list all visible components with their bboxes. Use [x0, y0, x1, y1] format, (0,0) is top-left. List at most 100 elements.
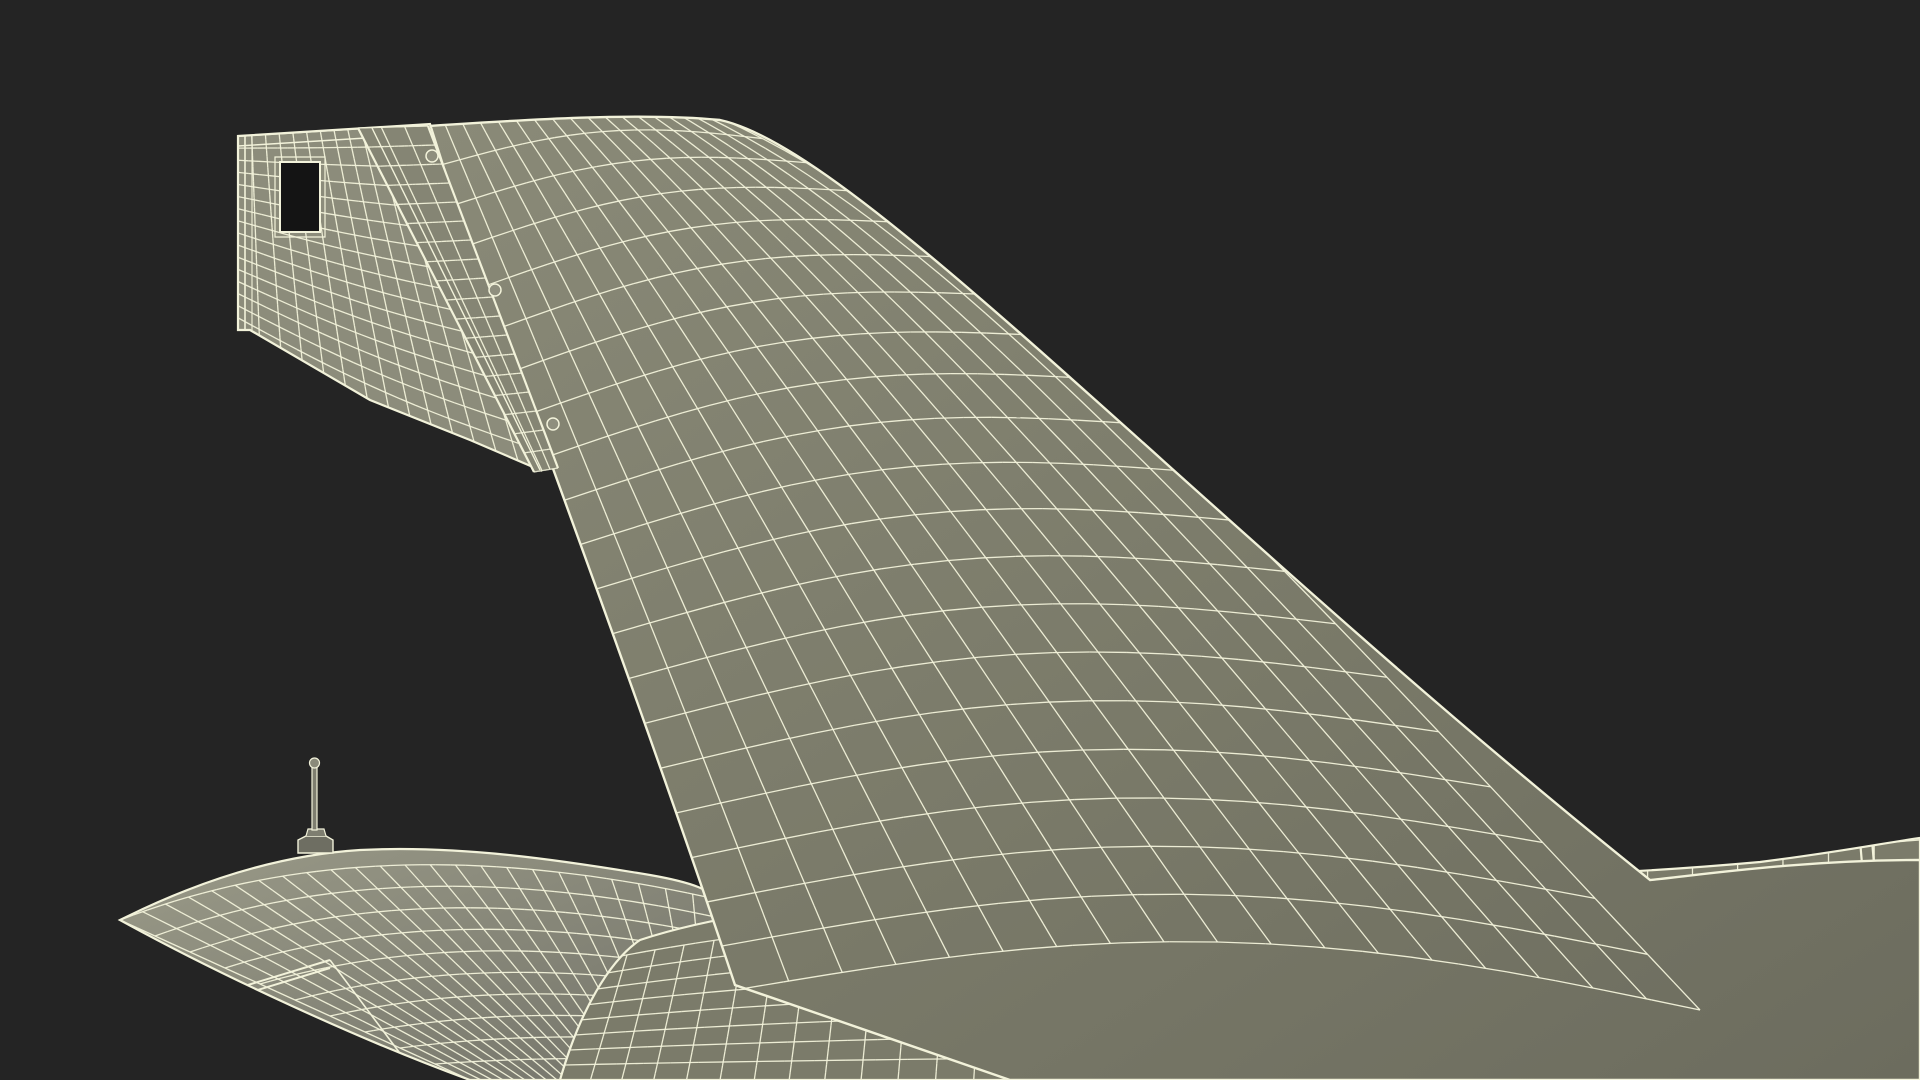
wire-line — [540, 950, 553, 953]
bolt-icon — [425, 149, 439, 163]
wire-line — [299, 337, 302, 344]
wire-line — [292, 267, 294, 274]
wire-line — [293, 284, 296, 291]
wire-line — [934, 1071, 937, 1080]
wire-line — [793, 187, 813, 190]
wire-line — [816, 1039, 848, 1042]
wire-line — [318, 340, 322, 348]
wire-line — [307, 255, 311, 262]
wire-line — [524, 908, 538, 911]
wire-line — [295, 302, 298, 309]
wire-line — [294, 290, 297, 297]
wire-line — [1042, 508, 1075, 510]
wire-line — [452, 1018, 462, 1021]
wire-line — [307, 248, 310, 256]
wire-line — [495, 886, 511, 889]
wire-line — [898, 1063, 901, 1072]
wire-line — [885, 331, 911, 334]
wire-line — [774, 186, 794, 189]
wire-line — [314, 310, 318, 317]
wire-line — [320, 353, 323, 360]
wire-line — [319, 347, 322, 354]
wire-line — [306, 242, 309, 250]
wire-line — [828, 1032, 831, 1041]
wire-line — [472, 1039, 481, 1042]
wire-line — [449, 973, 460, 976]
wire-line — [424, 1043, 433, 1046]
wire-line — [480, 865, 497, 868]
wire-line — [472, 994, 483, 997]
wire-line — [935, 1063, 938, 1072]
wire-line — [590, 1063, 617, 1066]
wire-line — [293, 278, 296, 285]
wire-line — [863, 1039, 866, 1048]
wire-line — [311, 279, 314, 286]
wire-line — [318, 334, 321, 342]
wire-line — [425, 952, 437, 955]
wire-line — [436, 951, 449, 954]
housing-opening — [279, 161, 321, 233]
wire-line — [510, 908, 525, 911]
wire-line — [575, 952, 588, 955]
wire-line — [934, 416, 964, 420]
wire-line — [463, 995, 473, 998]
wire-line — [480, 1038, 489, 1041]
wire-line — [825, 1064, 828, 1073]
wire-line — [552, 951, 564, 954]
wire-line — [311, 285, 314, 293]
wire-line — [438, 929, 451, 932]
wire-line — [390, 864, 406, 867]
wire-line — [333, 181, 345, 184]
wire-line — [315, 316, 318, 323]
wire-line — [293, 144, 296, 152]
wire-line — [238, 159, 249, 162]
wire-line — [478, 1016, 488, 1019]
wire-line — [296, 313, 299, 320]
wire-line — [308, 261, 311, 268]
wire-line — [1123, 748, 1165, 751]
wire-line — [563, 952, 576, 955]
wire-line — [456, 1040, 465, 1043]
wire-line — [289, 243, 292, 250]
wire-line — [391, 909, 405, 912]
wire-line — [310, 273, 313, 280]
wire-line — [279, 139, 281, 146]
wire-line — [312, 291, 315, 299]
wire-line — [550, 930, 564, 933]
wire-line — [416, 1044, 425, 1047]
wire-line — [448, 951, 460, 953]
wire-line — [404, 908, 418, 911]
wire-line — [300, 348, 303, 355]
wire-line — [1105, 845, 1151, 848]
wire-line — [296, 307, 299, 314]
wire-line — [438, 974, 450, 977]
wire-line — [376, 184, 387, 187]
wire-line — [453, 995, 464, 998]
wire-line — [860, 1071, 863, 1080]
wire-line — [847, 1038, 878, 1042]
wire-line — [290, 249, 293, 256]
wire-line — [314, 304, 317, 311]
wire-line — [279, 145, 282, 151]
wire-line — [313, 298, 316, 305]
wire-line — [375, 864, 391, 867]
wire-line — [299, 342, 302, 349]
wire-line — [829, 1025, 832, 1034]
wire-line — [417, 907, 431, 910]
wire-line — [440, 1041, 449, 1045]
wire-line — [875, 254, 899, 257]
wire-line — [448, 1041, 457, 1044]
wire-line — [290, 255, 293, 262]
wire-line — [268, 161, 280, 164]
wire-line — [396, 886, 411, 889]
wire-line — [464, 1039, 473, 1042]
wire-line — [564, 1063, 591, 1066]
wire-line — [827, 1040, 830, 1049]
wire-line — [525, 929, 539, 932]
wire-line — [481, 886, 496, 888]
wire-line — [316, 322, 319, 329]
wire-line — [862, 1047, 865, 1057]
wire-line — [717, 186, 737, 189]
wire-line — [864, 1031, 867, 1040]
antenna-tip — [308, 757, 321, 769]
